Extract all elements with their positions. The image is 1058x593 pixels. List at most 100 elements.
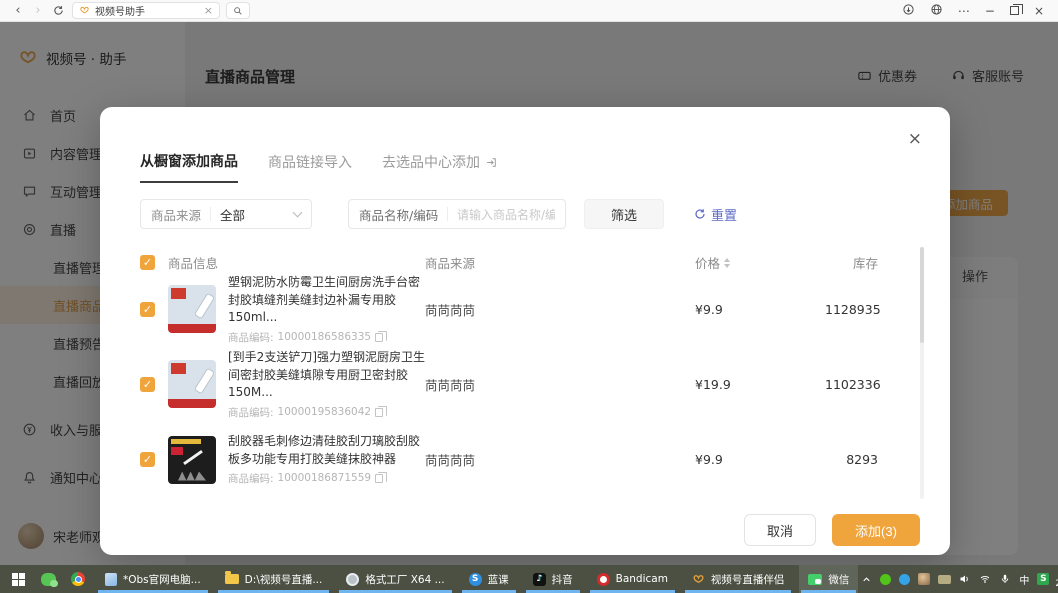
modal-close-icon[interactable]: × (908, 131, 922, 148)
taskbar-wechat-icon[interactable] (33, 565, 63, 593)
taskbar-clock[interactable]: 11:50:47 2025/5/31 (1053, 567, 1058, 590)
modal-tabs: 从橱窗添加商品 商品链接导入 去选品中心添加 (100, 107, 950, 183)
volume-icon[interactable] (959, 573, 971, 585)
bandicam-icon (597, 573, 610, 586)
table-row: ✓ 刮胶器毛刺修边清硅胶刮刀璃胶刮胶板多功能专用打胶美缝抹胶神器 商品编码: 1… (140, 422, 910, 497)
product-code: 商品编码: 10000186871559 (228, 471, 425, 486)
taskbar-app-douyin[interactable]: ♪抖音 (524, 565, 582, 593)
taskbar-app-wechat-window[interactable]: 微信 (799, 565, 858, 593)
search-input-placeholder: 请输入商品名称/编码搜索 (457, 206, 555, 223)
select-all-checkbox[interactable]: ✓ (140, 255, 155, 270)
product-source: 苘苘苘苘 (425, 300, 695, 319)
taskbar-app-lanke[interactable]: S蓝课 (460, 565, 518, 593)
search-icon[interactable] (226, 2, 250, 19)
product-stock: 8293 (825, 452, 878, 467)
system-tray: 中 S (861, 572, 1053, 587)
refresh-icon (694, 208, 706, 220)
source-select-value: 全部 (220, 205, 285, 224)
product-source: 苘苘苘苘 (425, 375, 695, 394)
taskbar-app-formatfactory[interactable]: 格式工厂 X64 ... (337, 565, 453, 593)
divider (447, 207, 448, 221)
row-checkbox[interactable]: ✓ (140, 302, 155, 317)
tray-expand-icon[interactable] (861, 574, 872, 585)
copy-icon[interactable] (375, 333, 383, 342)
source-select-label: 商品来源 (151, 205, 201, 224)
tray-sogou-icon[interactable]: S (1037, 573, 1049, 585)
tray-wechat-icon[interactable] (880, 574, 891, 585)
filter-button[interactable]: 筛选 (584, 199, 664, 229)
restore-icon[interactable] (1010, 6, 1019, 15)
copy-icon[interactable] (375, 408, 383, 417)
wechat-window-icon (808, 574, 822, 585)
minimize-icon[interactable]: − (985, 5, 995, 17)
tab-from-showcase[interactable]: 从橱窗添加商品 (140, 151, 238, 183)
product-price: ¥9.9 (695, 452, 825, 467)
product-code: 商品编码: 10000186586335 (228, 330, 425, 345)
row-checkbox[interactable]: ✓ (140, 452, 155, 467)
taskbar-chrome-icon[interactable] (63, 565, 93, 593)
microphone-icon[interactable] (999, 573, 1011, 585)
search-input-label: 商品名称/编码 (359, 205, 438, 224)
table-row: ✓ 塑钢泥防水防霉卫生间厨房洗手台密封胶填缝剂美缝封边补漏专用胶150ml...… (140, 272, 910, 347)
row-checkbox[interactable]: ✓ (140, 377, 155, 392)
browser-tab[interactable]: 视频号助手 × (72, 2, 220, 19)
modal-footer: 取消 添加(3) (744, 514, 920, 546)
col-header-price[interactable]: 价格 (695, 253, 825, 272)
product-title: 刮胶器毛刺修边清硅胶刮刀璃胶刮胶板多功能专用打胶美缝抹胶神器 (228, 433, 425, 468)
notepad-icon (105, 573, 117, 586)
browser-titlebar: ‹ › 视频号助手 × ⋯ − × (0, 0, 1058, 22)
filter-bar: 商品来源 全部 商品名称/编码 请输入商品名称/编码搜索 筛选 重置 (140, 199, 910, 229)
product-image (168, 360, 216, 408)
modal-scrollbar[interactable] (920, 247, 924, 499)
back-icon[interactable]: ‹ (8, 1, 28, 21)
douyin-icon: ♪ (533, 573, 546, 586)
taskbar-app-obs[interactable]: *Obs官网电脑... (96, 565, 210, 593)
tray-telegram-icon[interactable] (899, 574, 910, 585)
window-controls: ⋯ − × (902, 3, 1050, 18)
tray-avatar-icon[interactable] (918, 573, 930, 585)
refresh-icon[interactable] (48, 1, 68, 21)
screen: ‹ › 视频号助手 × ⋯ − × (0, 0, 1058, 593)
product-image (168, 285, 216, 333)
channels-logo-icon (79, 5, 90, 16)
download-icon[interactable] (902, 3, 915, 18)
tray-keyboard-icon[interactable] (938, 575, 951, 584)
format-factory-icon (346, 573, 359, 586)
divider (210, 207, 211, 221)
reset-label: 重置 (711, 205, 737, 224)
col-header-stock: 库存 (825, 253, 878, 272)
tab-selection-center[interactable]: 去选品中心添加 (382, 151, 498, 183)
scrollbar-thumb[interactable] (920, 247, 924, 343)
product-stock: 1128935 (825, 302, 878, 317)
source-select[interactable]: 商品来源 全部 (140, 199, 312, 229)
chevron-down-icon (293, 207, 303, 217)
reset-button[interactable]: 重置 (694, 205, 737, 224)
tab-title: 视频号助手 (95, 3, 199, 18)
confirm-add-button[interactable]: 添加(3) (832, 514, 920, 546)
wifi-icon[interactable] (979, 573, 991, 585)
tab-close-icon[interactable]: × (204, 4, 213, 17)
taskbar-app-explorer[interactable]: D:\视频号直播... (216, 565, 332, 593)
col-header-source: 商品来源 (425, 253, 695, 272)
cancel-button[interactable]: 取消 (744, 514, 816, 546)
product-source: 苘苘苘苘 (425, 450, 695, 469)
channels-logo-icon (692, 573, 705, 586)
ime-indicator[interactable]: 中 (1019, 572, 1029, 587)
globe-icon[interactable] (930, 3, 943, 18)
more-menu-icon[interactable]: ⋯ (958, 5, 970, 17)
external-link-icon (485, 156, 498, 169)
copy-icon[interactable] (375, 474, 383, 483)
tab-link-import[interactable]: 商品链接导入 (268, 151, 352, 183)
taskbar-app-channels-companion[interactable]: 视频号直播伴侣 (683, 565, 794, 593)
start-button[interactable] (3, 565, 33, 593)
goods-search-input[interactable]: 商品名称/编码 请输入商品名称/编码搜索 (348, 199, 566, 229)
window-close-icon[interactable]: × (1034, 5, 1044, 17)
lanke-icon: S (469, 573, 482, 586)
product-info: [到手2支送铲刀]强力塑钢泥厨房卫生间密封胶美缝填隙专用厨卫密封胶150M...… (168, 349, 425, 419)
product-price: ¥9.9 (695, 302, 825, 317)
sort-icon[interactable] (724, 258, 730, 268)
taskbar-app-bandicam[interactable]: Bandicam (588, 565, 677, 593)
folder-icon (225, 574, 239, 584)
forward-icon[interactable]: › (28, 1, 48, 21)
add-goods-modal: × 从橱窗添加商品 商品链接导入 去选品中心添加 商品来源 全部 商品名称/编码 (100, 107, 950, 555)
